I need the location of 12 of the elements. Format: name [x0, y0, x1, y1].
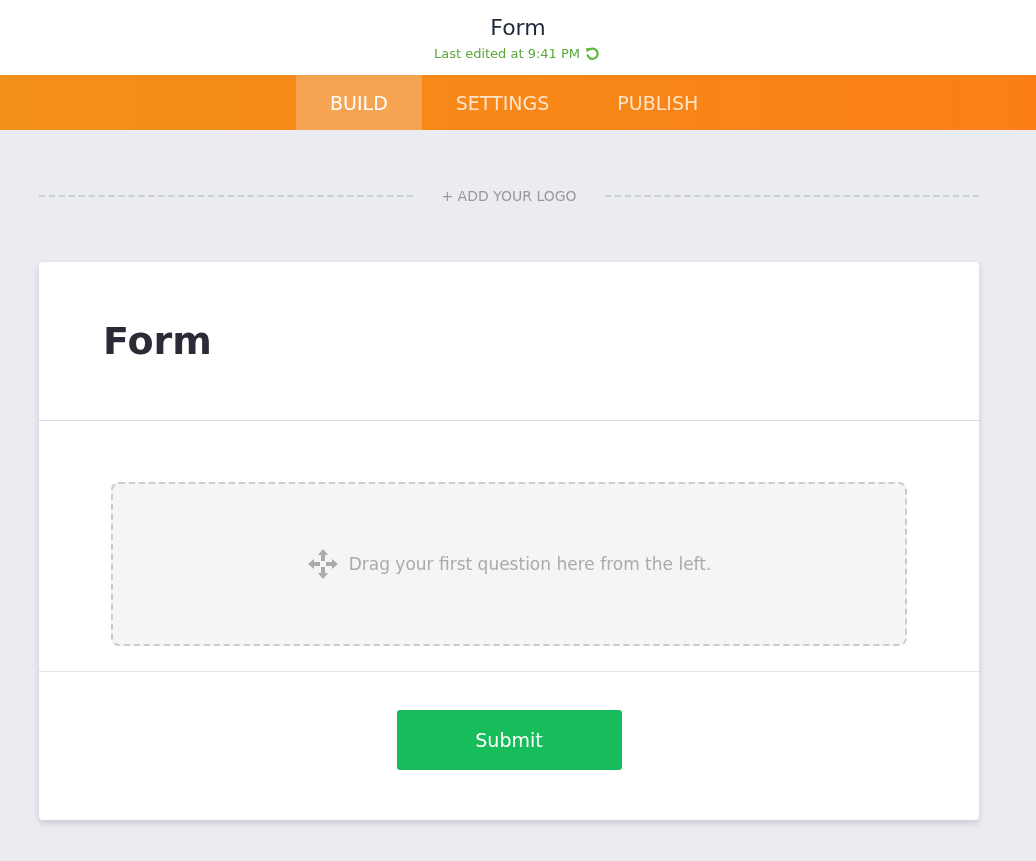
drop-zone[interactable]: Drag your first question here from the left. — [111, 482, 907, 646]
form-heading: Form — [103, 319, 212, 363]
nav-tab[interactable]: BUILD — [296, 75, 422, 130]
form-title: Form — [490, 14, 546, 42]
drop-hint-text: Drag your first question here from the left. — [348, 554, 712, 574]
add-logo-link[interactable]: + ADD YOUR LOGO — [441, 188, 577, 204]
move-icon — [306, 548, 339, 580]
submit-button[interactable]: Submit — [396, 710, 622, 770]
refresh-icon[interactable] — [585, 46, 601, 61]
nav-tab[interactable]: PUBLISH — [583, 75, 733, 130]
nav-tab[interactable]: SETTINGS — [421, 75, 584, 130]
last-edited-text: Last edited at 9:41 PM — [433, 46, 581, 61]
